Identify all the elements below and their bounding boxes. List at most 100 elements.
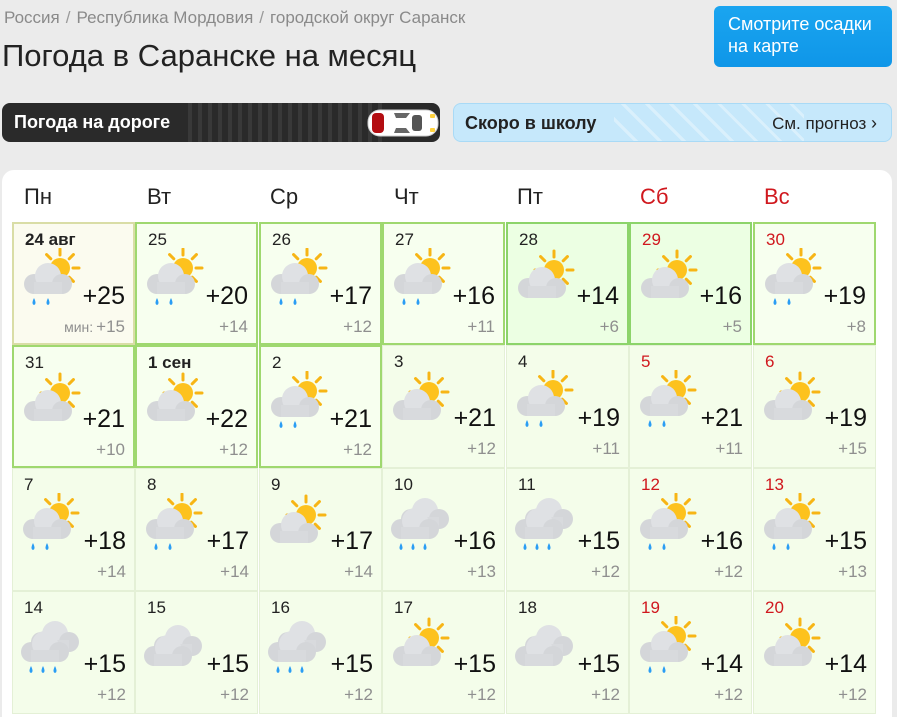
breadcrumb-link-country[interactable]: Россия <box>4 8 60 27</box>
day-number: 14 <box>24 598 43 617</box>
max-temperature: +21 <box>700 404 743 432</box>
day-cell[interactable]: 24 авг +25 мин: +15 <box>12 222 135 345</box>
max-temperature: +18 <box>83 527 126 555</box>
min-temperature: +12 <box>591 685 620 704</box>
day-number: 25 <box>148 230 167 249</box>
sun-cloud-rain-icon <box>764 493 821 550</box>
day-cell[interactable]: 13 +15 +13 <box>753 468 876 591</box>
day-cell[interactable]: 5 +21 +11 <box>629 345 752 468</box>
day-cell[interactable]: 14 +15 +12 <box>12 591 135 714</box>
sun-cloud-icon <box>147 372 204 421</box>
min-temperature-row: +12 <box>343 440 372 460</box>
day-number: 17 <box>394 598 413 617</box>
min-temperature-row: +5 <box>723 317 742 337</box>
min-temperature-row: +10 <box>96 440 125 460</box>
day-cell[interactable]: 30 +19 +8 <box>753 222 876 345</box>
day-cell[interactable]: 28 +14 +6 <box>506 222 629 345</box>
min-temperature-row: +14 <box>97 562 126 582</box>
day-cell[interactable]: 18 +15 +12 <box>506 591 629 714</box>
min-temperature: +11 <box>715 439 743 458</box>
day-cell[interactable]: 15 +15 +12 <box>135 591 258 714</box>
precipitation-map-button[interactable]: Смотрите осадки на карте <box>714 6 892 67</box>
min-temperature-row: +12 <box>343 317 372 337</box>
breadcrumb-link-city[interactable]: городской округ Саранск <box>270 8 465 27</box>
day-cell[interactable]: 11 +15 +12 <box>506 468 629 591</box>
min-temperature: +12 <box>219 440 248 459</box>
min-temperature: +11 <box>467 317 495 336</box>
day-cell[interactable]: 31 +21 +10 <box>12 345 135 468</box>
cloud-rain-icon <box>515 498 573 550</box>
page: Россия / Республика Мордовия / городской окр… <box>0 0 897 717</box>
day-cell[interactable]: 19 +14 +12 <box>629 591 752 714</box>
day-number: 10 <box>394 475 413 494</box>
sun-cloud-rain-icon <box>146 493 203 550</box>
day-cell[interactable]: 9 +17 +14 <box>259 468 382 591</box>
max-temperature: +15 <box>83 650 126 678</box>
min-temperature-row: +12 <box>97 685 126 705</box>
min-temperature-row: +11 <box>715 439 743 459</box>
day-cell[interactable]: 2 +21 +12 <box>259 345 382 468</box>
school-forecast-link[interactable]: См. прогноз › <box>772 113 877 134</box>
road-pattern <box>182 103 382 142</box>
day-cell[interactable]: 7 +18 +14 <box>12 468 135 591</box>
min-temperature-row: +14 <box>219 317 248 337</box>
max-temperature: +22 <box>205 405 248 433</box>
day-cell[interactable]: 4 +19 +11 <box>506 345 629 468</box>
day-number: 31 <box>25 353 44 372</box>
day-cell[interactable]: 27 +16 +11 <box>382 222 505 345</box>
day-cell[interactable]: 25 +20 +14 <box>135 222 258 345</box>
max-temperature: +20 <box>205 282 248 310</box>
breadcrumb-separator: / <box>65 8 71 27</box>
day-cell[interactable]: 29 +16 +5 <box>629 222 752 345</box>
day-number: 7 <box>24 475 34 494</box>
weekday-label: Ср <box>270 184 299 209</box>
breadcrumb-link-region[interactable]: Республика Мордовия <box>76 8 253 27</box>
road-weather-banner[interactable]: Погода на дороге <box>2 103 440 142</box>
sun-cloud-rain-icon <box>271 371 328 428</box>
day-number: 1 сен <box>148 353 192 372</box>
school-forecast-link-text: См. прогноз <box>772 114 867 133</box>
day-cell[interactable]: 17 +15 +12 <box>382 591 505 714</box>
day-number: 9 <box>271 475 281 494</box>
road-weather-label: Погода на дороге <box>14 112 171 132</box>
day-cell[interactable]: 8 +17 +14 <box>135 468 258 591</box>
min-temperature: +12 <box>343 440 372 459</box>
day-cell[interactable]: 16 +15 +12 <box>259 591 382 714</box>
min-temperature: +12 <box>467 685 496 704</box>
min-temperature: +15 <box>838 439 867 458</box>
cloud-icon <box>144 625 202 666</box>
day-cell[interactable]: 6 +19 +15 <box>753 345 876 468</box>
day-cell[interactable]: 10 +16 +13 <box>382 468 505 591</box>
day-cell[interactable]: 20 +14 +12 <box>753 591 876 714</box>
day-cell[interactable]: 3 +21 +12 <box>382 345 505 468</box>
cloud-rain-icon <box>391 498 449 550</box>
min-temperature: +14 <box>344 562 373 581</box>
min-temperature: +6 <box>599 317 619 336</box>
min-temperature: +12 <box>714 685 743 704</box>
day-cell[interactable]: 26 +17 +12 <box>259 222 382 345</box>
day-number: 26 <box>272 230 291 249</box>
max-temperature: +21 <box>329 405 372 433</box>
sun-cloud-icon <box>764 617 821 666</box>
max-temperature: +15 <box>824 527 867 555</box>
sun-cloud-icon <box>518 249 575 298</box>
day-number: 4 <box>518 352 528 371</box>
min-temperature-row: +6 <box>600 317 619 337</box>
min-temperature-row: +13 <box>467 562 496 582</box>
min-temperature-row: +12 <box>467 685 496 705</box>
back-to-school-banner[interactable]: Скоро в школу См. прогноз › <box>453 103 892 142</box>
max-temperature: +21 <box>453 404 496 432</box>
max-temperature: +14 <box>700 650 743 678</box>
min-temperature: +10 <box>96 440 125 459</box>
max-temperature: +19 <box>823 282 866 310</box>
day-cell[interactable]: 12 +16 +12 <box>629 468 752 591</box>
min-temperature-row: +12 <box>591 562 620 582</box>
min-temperature: +14 <box>97 562 126 581</box>
min-temperature: +13 <box>838 562 867 581</box>
day-number: 30 <box>766 230 785 249</box>
day-cell[interactable]: 1 сен +22 +12 <box>135 345 258 468</box>
day-number: 18 <box>518 598 537 617</box>
max-temperature: +17 <box>206 527 249 555</box>
month-calendar: Пн Вт Ср Чт Пт Сб Вс 24 авг +25 мин: +15 25 +20 +1… <box>2 170 892 717</box>
cloud-icon <box>515 625 573 666</box>
